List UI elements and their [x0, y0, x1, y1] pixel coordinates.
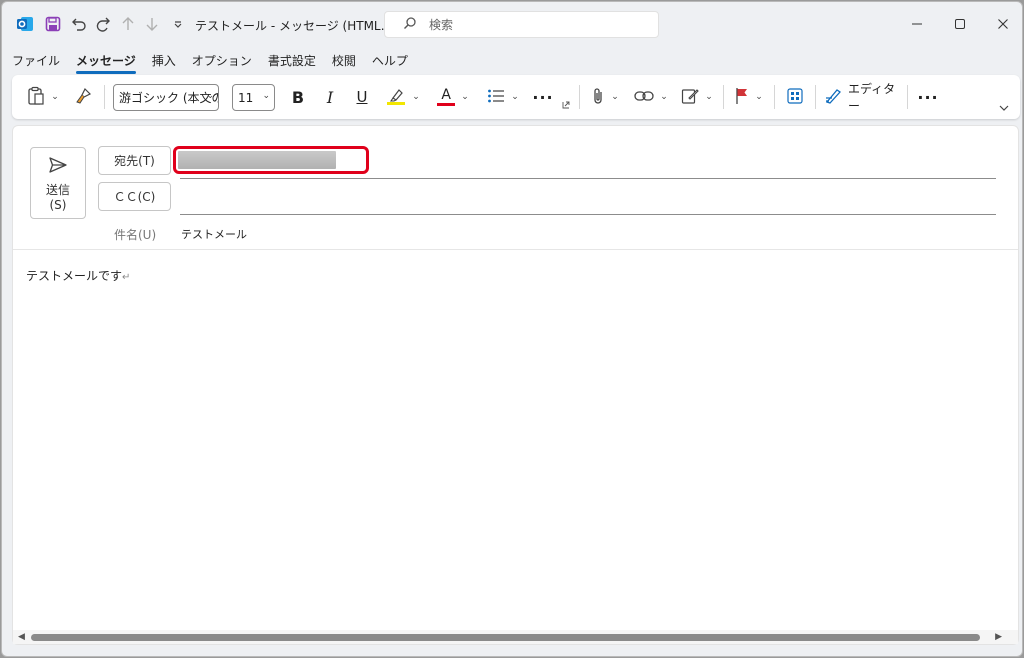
- scroll-left-icon[interactable]: ◀: [18, 632, 25, 642]
- chevron-down-icon: ⌄: [511, 92, 519, 102]
- apps-button[interactable]: [782, 84, 808, 110]
- chevron-down-icon: ⌄: [262, 91, 270, 101]
- editor-button[interactable]: エディター: [824, 82, 900, 113]
- chevron-down-icon: ⌄: [461, 92, 469, 102]
- arrow-up-icon[interactable]: [118, 13, 138, 35]
- message-body[interactable]: テストメールです↵: [26, 267, 130, 284]
- editor-pen-icon: [824, 87, 842, 108]
- italic-button[interactable]: I: [319, 84, 341, 110]
- chevron-down-icon: ⌄: [705, 92, 713, 102]
- attach-file-button[interactable]: ⌄: [588, 84, 622, 110]
- brush-icon: [74, 87, 92, 108]
- send-label: 送信: [45, 183, 70, 197]
- tab-message[interactable]: メッセージ: [76, 48, 136, 74]
- chevron-down-icon: ⌄: [660, 92, 668, 102]
- outlook-app-icon: [15, 13, 35, 35]
- chevron-down-icon: ⌄: [51, 92, 59, 102]
- bullets-button[interactable]: ⌄: [482, 84, 524, 110]
- editor-label: エディター: [848, 82, 896, 113]
- tab-review[interactable]: 校閲: [332, 48, 356, 72]
- minimize-button[interactable]: [904, 12, 930, 36]
- tab-insert[interactable]: 挿入: [152, 48, 176, 72]
- signature-button[interactable]: ⌄: [680, 84, 714, 110]
- arrow-down-icon[interactable]: [142, 13, 162, 35]
- maximize-button[interactable]: [947, 12, 973, 36]
- paste-button[interactable]: ⌄: [22, 84, 64, 110]
- clipboard-icon: [27, 86, 45, 109]
- follow-up-flag-button[interactable]: ⌄: [732, 84, 766, 110]
- undo-icon[interactable]: [68, 13, 90, 35]
- font-size-select[interactable]: 11 ⌄: [232, 84, 275, 111]
- redo-icon[interactable]: [92, 13, 114, 35]
- link-icon: [634, 90, 654, 105]
- window-title: テストメール - メッセージ (HTML…: [195, 19, 393, 33]
- subject-label: 件名(U): [114, 228, 157, 242]
- body-text: テストメールです: [26, 269, 123, 283]
- tab-format[interactable]: 書式設定: [268, 48, 316, 72]
- tab-options[interactable]: オプション: [192, 48, 252, 72]
- header-divider: [13, 249, 1018, 250]
- customize-toolbar-icon[interactable]: [168, 13, 188, 35]
- search-box[interactable]: 検索: [384, 11, 659, 38]
- bullet-list-icon: [487, 88, 505, 107]
- underline-button[interactable]: U: [351, 84, 373, 110]
- redacted-recipient: [178, 151, 336, 169]
- outlook-message-window: テストメール - メッセージ (HTML… 検索 ファイル メッセージ 挿入 オ…: [1, 1, 1023, 657]
- horizontal-scrollbar[interactable]: ◀ ▶: [13, 630, 1018, 644]
- tab-help[interactable]: ヘルプ: [372, 48, 408, 72]
- paperclip-icon: [591, 87, 605, 108]
- signature-icon: [681, 87, 699, 108]
- chevron-down-icon: ⌄: [611, 92, 619, 102]
- bold-button[interactable]: B: [287, 84, 309, 110]
- font-name-value: 游ゴシック (本文の: [119, 91, 219, 105]
- send-shortcut: (S): [49, 198, 67, 212]
- save-icon[interactable]: [42, 13, 64, 35]
- font-name-select[interactable]: 游ゴシック (本文の ⌄: [113, 84, 219, 111]
- highlighter-icon: [386, 86, 406, 109]
- more-font-options-icon[interactable]: ···: [530, 84, 556, 110]
- paragraph-mark-icon: ↵: [122, 272, 131, 283]
- expand-ribbon-icon[interactable]: [996, 95, 1012, 121]
- close-button[interactable]: [990, 12, 1016, 36]
- compose-pane: 送信 (S) 宛先(T) ＣＣ(C) 件名(U) テストメール テストメールです…: [12, 125, 1019, 645]
- menu-bar: ファイル メッセージ 挿入 オプション 書式設定 校閲 ヘルプ: [2, 48, 424, 74]
- send-icon: [48, 156, 68, 177]
- scrollbar-thumb[interactable]: [31, 634, 980, 641]
- font-color-icon: A: [437, 88, 456, 106]
- font-color-button[interactable]: A ⌄: [432, 84, 474, 110]
- highlight-button[interactable]: ⌄: [382, 84, 424, 110]
- tab-file[interactable]: ファイル: [12, 48, 60, 72]
- to-button[interactable]: 宛先(T): [98, 146, 171, 175]
- scroll-right-icon[interactable]: ▶: [995, 632, 1002, 642]
- font-size-value: 11: [238, 90, 254, 105]
- to-field-underline: [180, 178, 996, 179]
- title-bar: テストメール - メッセージ (HTML… 検索: [2, 2, 1022, 46]
- more-commands-icon[interactable]: ···: [915, 84, 941, 110]
- send-button[interactable]: 送信 (S): [30, 147, 86, 219]
- flag-icon: [735, 87, 749, 108]
- link-button[interactable]: ⌄: [630, 84, 672, 110]
- ribbon-toolbar: ⌄ 游ゴシック (本文の ⌄ 11 ⌄ B I U ⌄ A ⌄ ⌄ ··· ⌄ …: [12, 75, 1020, 119]
- format-painter-button[interactable]: [70, 84, 96, 110]
- chevron-down-icon: ⌄: [206, 91, 214, 101]
- dialog-launcher-icon[interactable]: [560, 100, 572, 110]
- to-field[interactable]: [173, 146, 369, 174]
- search-icon: [403, 16, 417, 33]
- subject-field[interactable]: テストメール: [181, 226, 247, 242]
- cc-button[interactable]: ＣＣ(C): [98, 182, 171, 211]
- cc-field[interactable]: [180, 214, 996, 215]
- search-placeholder: 検索: [429, 18, 454, 32]
- apps-grid-icon: [787, 87, 803, 107]
- chevron-down-icon: ⌄: [412, 92, 420, 102]
- chevron-down-icon: ⌄: [755, 92, 763, 102]
